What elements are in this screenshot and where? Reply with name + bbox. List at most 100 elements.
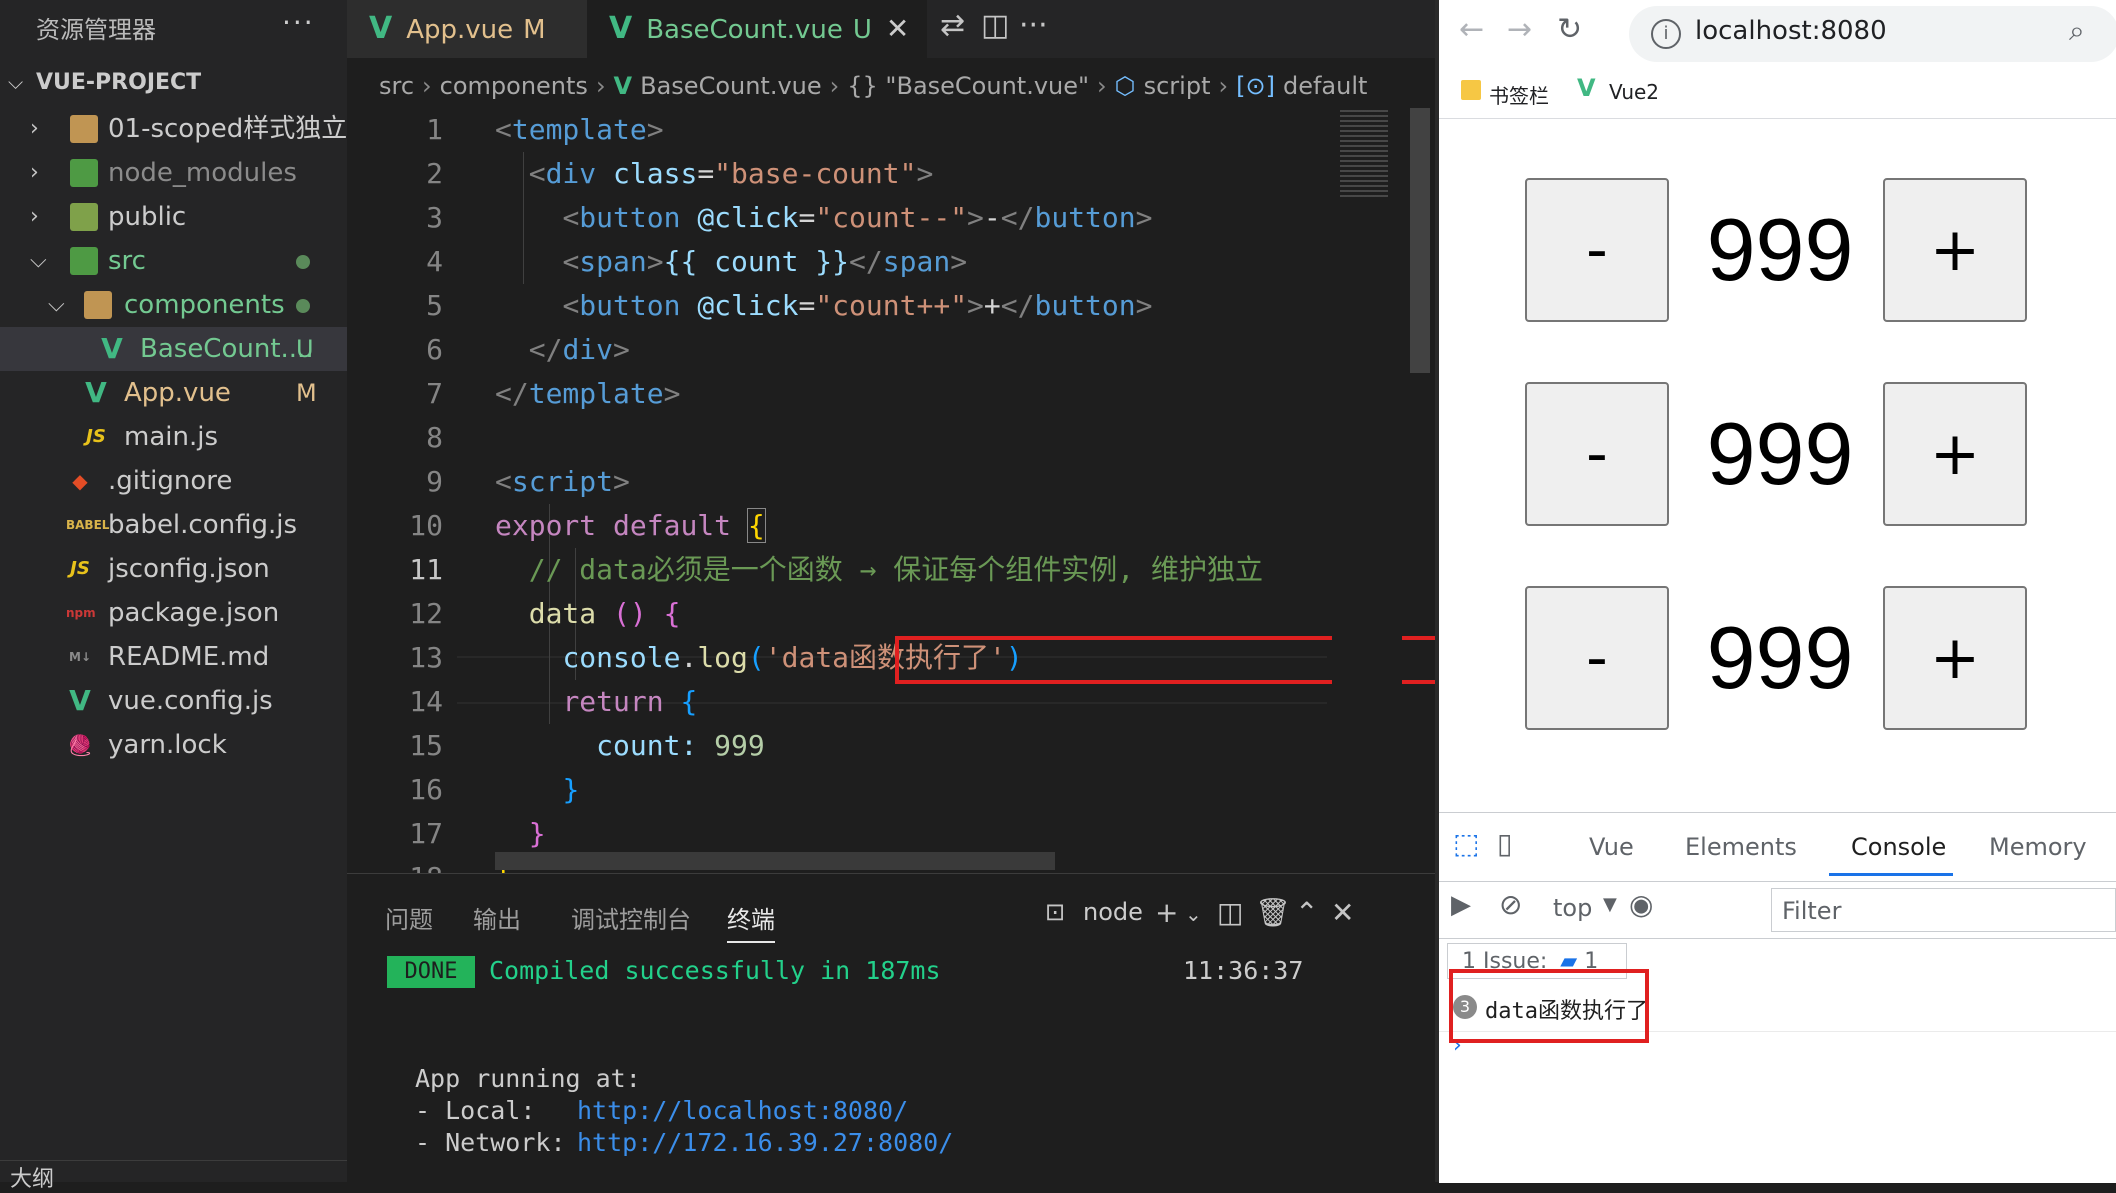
- project-root[interactable]: VUE-PROJECT: [36, 70, 201, 95]
- reload-icon[interactable]: ↻: [1557, 12, 1582, 47]
- tree-item-label: 01-scoped样式独立: [108, 114, 348, 144]
- outline-label: 大纲: [10, 1167, 55, 1192]
- more-actions-icon[interactable]: ···: [1019, 8, 1048, 43]
- tree-item-package-json[interactable]: npm package.json: [0, 591, 347, 635]
- decrement-button[interactable]: -: [1525, 586, 1669, 730]
- tree-item-label: node_modules: [108, 158, 297, 188]
- compare-changes-icon[interactable]: ⇄: [940, 8, 965, 43]
- site-info-icon[interactable]: i: [1651, 19, 1681, 49]
- tab-elements[interactable]: Elements: [1685, 833, 1797, 861]
- filter-input[interactable]: Filter: [1771, 888, 2116, 932]
- local-label: - Local:: [415, 1096, 581, 1125]
- forward-icon[interactable]: →: [1507, 12, 1532, 47]
- tree-item-node-modules[interactable]: › node_modules: [0, 151, 347, 195]
- horizontal-scrollbar[interactable]: [495, 852, 1055, 870]
- tree-item-main-js[interactable]: JS main.js: [0, 415, 347, 459]
- tree-item-label: vue.config.js: [108, 686, 273, 716]
- context-select[interactable]: top: [1553, 894, 1592, 922]
- tab-terminal[interactable]: 终端: [727, 900, 775, 943]
- network-url-link[interactable]: http://172.16.39.27:8080/: [577, 1128, 953, 1157]
- more-actions-icon[interactable]: ···: [282, 6, 315, 39]
- device-toolbar-icon[interactable]: ▯: [1497, 827, 1512, 860]
- chevron-down-icon[interactable]: ⌵: [8, 70, 23, 94]
- breadcrumb-item[interactable]: src: [379, 72, 414, 100]
- caret-down-icon: ▼: [1603, 894, 1617, 915]
- tree-item-src[interactable]: ⌵ src: [0, 239, 347, 283]
- back-icon[interactable]: ←: [1459, 12, 1484, 47]
- chevron-down-icon: ⌵: [48, 292, 65, 317]
- code-editor: V App.vue M V BaseCount.vue U ✕ ⇄ ◫ ··· src › c…: [347, 0, 1441, 873]
- tree-item-readme[interactable]: M↓ README.md: [0, 635, 347, 679]
- git-status-badge: M: [296, 379, 317, 407]
- address-bar[interactable]: i localhost:8080 ⌕: [1629, 6, 2116, 62]
- breadcrumb-item[interactable]: BaseCount.vue: [640, 72, 822, 100]
- network-label: - Network:: [415, 1128, 581, 1157]
- outline-section[interactable]: 大纲: [0, 1160, 347, 1192]
- local-url-link[interactable]: http://localhost:8080/: [577, 1096, 908, 1125]
- chevron-right-icon: ›: [829, 72, 840, 100]
- tab-output[interactable]: 输出: [473, 900, 521, 935]
- code-area[interactable]: 1 <template> 2 <div class="base-count"> 3…: [347, 108, 1407, 873]
- chevron-right-icon: ›: [1097, 72, 1107, 100]
- bookmark-vue2[interactable]: Vue2: [1609, 80, 1659, 104]
- increment-button[interactable]: +: [1883, 586, 2027, 730]
- vue-file-icon: V: [613, 72, 633, 100]
- cube-icon: ⬡: [1114, 72, 1136, 100]
- components-folder-icon: [84, 291, 112, 319]
- decrement-button[interactable]: -: [1525, 382, 1669, 526]
- breadcrumb-item[interactable]: components: [440, 72, 588, 100]
- chevron-down-icon[interactable]: ⌄: [1185, 902, 1202, 926]
- eye-icon[interactable]: ◉: [1629, 888, 1653, 921]
- plus-icon[interactable]: +: [1155, 896, 1178, 929]
- close-icon[interactable]: ✕: [1331, 896, 1354, 929]
- tab-console[interactable]: Console: [1851, 833, 1946, 861]
- bookmark-folder[interactable]: 书签栏: [1489, 80, 1549, 109]
- tab-problems[interactable]: 问题: [385, 900, 433, 935]
- vue-file-icon: V: [609, 11, 633, 46]
- breadcrumb-item[interactable]: default: [1283, 72, 1367, 100]
- tree-item-babel[interactable]: BABEL babel.config.js: [0, 503, 347, 547]
- chevron-right-icon: ›: [595, 72, 606, 100]
- terminal-panel: 问题 输出 调试控制台 终端 ⊡ node + ⌄ ◫ 🗑 ⌃ ✕ DONE C…: [347, 873, 1435, 1183]
- tree-item-public[interactable]: › public: [0, 195, 347, 239]
- tree-item-jsconfig[interactable]: JS jsconfig.json: [0, 547, 347, 591]
- close-icon[interactable]: ✕: [886, 12, 909, 45]
- tab-vue[interactable]: Vue: [1589, 833, 1634, 861]
- tree-item-basecount[interactable]: V BaseCount.... U: [0, 327, 347, 371]
- tree-item-label: .gitignore: [108, 466, 233, 496]
- vertical-scrollbar[interactable]: [1410, 108, 1430, 373]
- breadcrumb-item[interactable]: {} "BaseCount.vue": [847, 72, 1089, 100]
- increment-button[interactable]: +: [1883, 382, 2027, 526]
- tab-basecount-vue[interactable]: V BaseCount.vue U ✕: [587, 0, 927, 58]
- tree-item-app-vue[interactable]: V App.vue M: [0, 371, 347, 415]
- tree-item-label: src: [108, 246, 146, 276]
- tree-item-vue-config[interactable]: V vue.config.js: [0, 679, 347, 723]
- inspect-element-icon[interactable]: ⬚: [1453, 827, 1479, 860]
- folder-icon: [1461, 80, 1481, 100]
- chevron-up-icon[interactable]: ⌃: [1295, 896, 1318, 929]
- breadcrumb-item[interactable]: script: [1144, 72, 1211, 100]
- clear-console-icon[interactable]: ⊘: [1499, 888, 1522, 921]
- tab-debug-console[interactable]: 调试控制台: [571, 900, 691, 935]
- tree-item-01-scoped[interactable]: › 01-scoped样式独立: [0, 107, 347, 151]
- tab-memory[interactable]: Memory: [1989, 833, 2087, 861]
- shell-name[interactable]: node: [1083, 898, 1143, 926]
- increment-button[interactable]: +: [1883, 178, 2027, 322]
- minimap[interactable]: [1332, 108, 1402, 873]
- tab-app-vue[interactable]: V App.vue M: [347, 0, 587, 58]
- browser-window: ← → ↻ i localhost:8080 ⌕ 书签栏 V Vue2 - 99…: [1435, 0, 2116, 1183]
- node-folder-icon: [70, 159, 98, 187]
- tree-item-label: public: [108, 202, 187, 232]
- tree-item-components[interactable]: ⌵ components: [0, 283, 347, 327]
- trash-icon[interactable]: 🗑: [1255, 896, 1291, 929]
- tree-item-yarn-lock[interactable]: 🧶 yarn.lock: [0, 723, 347, 767]
- split-editor-icon[interactable]: ◫: [981, 8, 1009, 43]
- decrement-button[interactable]: -: [1525, 178, 1669, 322]
- split-terminal-icon[interactable]: ◫: [1217, 896, 1243, 929]
- highlight-box: [1449, 969, 1649, 1043]
- zoom-icon[interactable]: ⌕: [2069, 14, 2085, 48]
- tab-flag: M: [523, 15, 546, 45]
- tree-item-gitignore[interactable]: ◆ .gitignore: [0, 459, 347, 503]
- sidebar-toggle-icon[interactable]: ▶: [1451, 890, 1471, 920]
- bookmarks-bar: 书签栏 V Vue2: [1439, 66, 2116, 119]
